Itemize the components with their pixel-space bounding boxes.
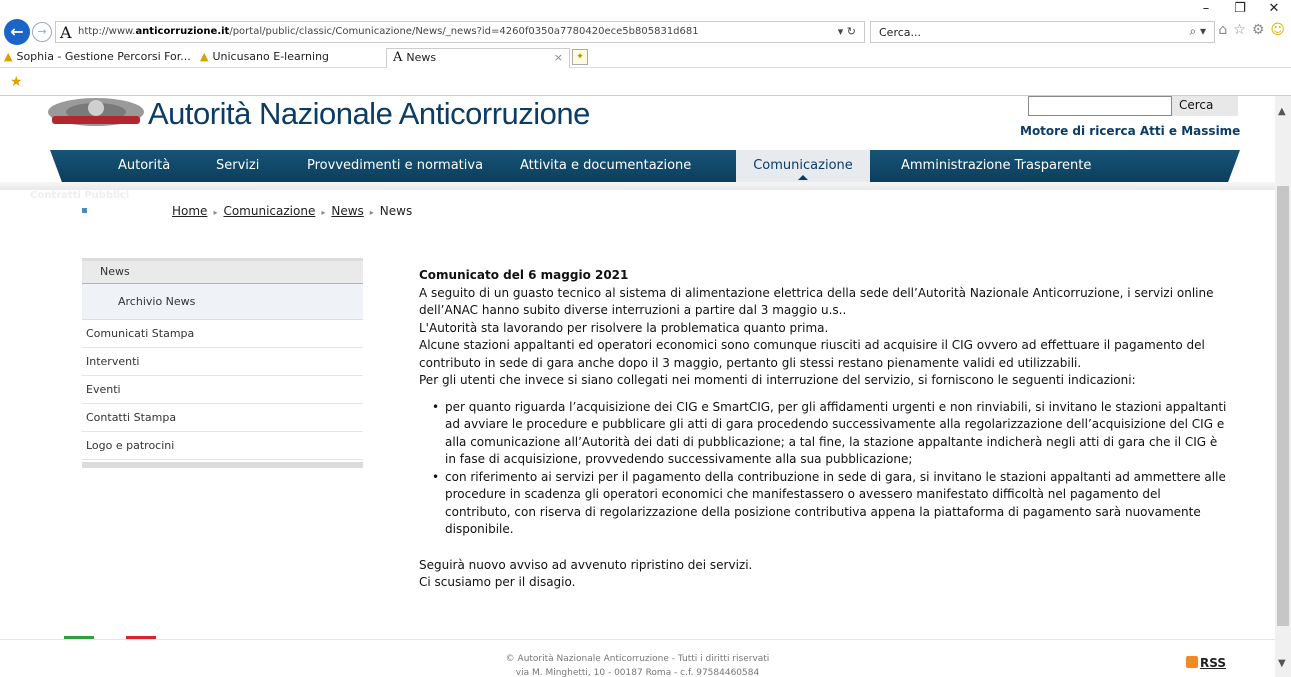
nav-attivita[interactable]: Attivita e documentazione <box>520 150 691 182</box>
scroll-down-icon[interactable]: ▼ <box>1278 658 1286 669</box>
footer-address: via M. Minghetti, 10 - 00187 Roma - c.f.… <box>515 668 760 677</box>
breadcrumb-home[interactable]: Home <box>172 204 207 218</box>
sidebar: News Archivio News Comunicati Stampa Int… <box>82 258 363 468</box>
list-item: per quanto riguarda l’acquisizione dei C… <box>432 399 1229 469</box>
browser-toolbar-icons: ⌂ ☆ ⚙ ☺ <box>1218 22 1285 38</box>
breadcrumb-sep-icon: ▸ <box>213 208 218 217</box>
back-arrow-icon: ← <box>10 22 24 41</box>
anac-emblem-icon <box>48 98 144 126</box>
list-item: con riferimento ai servizi per il pagame… <box>432 469 1229 539</box>
page-scrollbar[interactable]: ▲ ▼ <box>1275 96 1291 677</box>
feedback-smiley-icon[interactable]: ☺ <box>1270 22 1285 38</box>
scroll-up-icon[interactable]: ▲ <box>1278 106 1286 117</box>
main-nav: Autorità Servizi Provvedimenti e normati… <box>50 150 1240 182</box>
sidebar-item-comunicati-stampa[interactable]: Comunicati Stampa <box>82 320 363 348</box>
breadcrumb: Home ▸ Comunicazione ▸ News ▸ News <box>172 204 412 218</box>
rss-link[interactable]: RSS <box>1186 656 1226 670</box>
sidebar-item-interventi[interactable]: Interventi <box>82 348 363 376</box>
article-paragraph: A seguito di un guasto tecnico al sistem… <box>419 285 1214 318</box>
breadcrumb-sep-icon: ▸ <box>321 208 326 217</box>
nav-servizi[interactable]: Servizi <box>216 150 259 182</box>
article-paragraph: Ci scusiamo per il disagio. <box>419 575 576 589</box>
footer-divider <box>0 639 1275 640</box>
address-bar[interactable]: A http://www.anticorruzione.it/portal/pu… <box>55 21 865 43</box>
browser-search-placeholder: Cerca... <box>879 26 922 39</box>
scrollbar-thumb[interactable] <box>1277 186 1289 626</box>
article-paragraph: L'Autorità sta lavorando per risolvere l… <box>419 320 829 335</box>
tab-strip: ▲ Sophia - Gestione Percorsi For... ▲ Unic… <box>0 46 1291 68</box>
forward-arrow-icon: → <box>37 25 47 38</box>
footer-copyright: © Autorità Nazionale Anticorruzione - Tu… <box>505 654 770 664</box>
site-search-input[interactable] <box>1028 96 1172 116</box>
sidebar-item-eventi[interactable]: Eventi <box>82 376 363 404</box>
search-icon[interactable]: ⌕ ▾ <box>1189 24 1206 39</box>
article-bullet-list: per quanto riguarda l’acquisizione dei C… <box>419 399 1229 539</box>
new-tab-button[interactable]: ✦ <box>572 49 588 65</box>
breadcrumb-news[interactable]: News <box>331 204 363 218</box>
sidebar-item-logo-patrocini[interactable]: Logo e patrocini <box>82 432 363 460</box>
bullet-icon <box>82 208 87 213</box>
tab-favicon-icon: ▲ <box>4 50 13 63</box>
browser-nav-row: ← → A http://www.anticorruzione.it/porta… <box>0 18 1291 46</box>
sidebar-item-archivio-news[interactable]: Archivio News <box>82 284 363 320</box>
minimize-button[interactable]: – <box>1189 0 1223 18</box>
article-paragraph: Alcune stazioni appaltanti ed operatori … <box>419 338 1205 370</box>
nav-autorita[interactable]: Autorità <box>118 150 170 182</box>
tab-favicon-icon: A <box>393 50 403 65</box>
site-search: Cerca <box>1028 96 1238 118</box>
site-title[interactable]: Autorità Nazionale Anticorruzione <box>148 96 590 132</box>
browser-search-box[interactable]: Cerca... ⌕ ▾ <box>870 21 1215 43</box>
favorites-star-icon[interactable]: ☆ <box>1233 22 1246 38</box>
address-url[interactable]: http://www.anticorruzione.it/portal/publ… <box>78 26 699 37</box>
site-favicon-icon: A <box>60 23 72 42</box>
article-paragraph: Seguirà nuovo avviso ad avvenuto riprist… <box>419 557 753 572</box>
restore-button[interactable]: ❐ <box>1223 0 1257 18</box>
search-engine-link[interactable]: Motore di ricerca Atti e Massime <box>1020 124 1240 138</box>
tab-unicusano[interactable]: ▲ Unicusano E-learning <box>200 48 380 68</box>
subnav-bar <box>0 182 1275 190</box>
home-icon[interactable]: ⌂ <box>1218 22 1227 38</box>
add-favorite-icon[interactable]: ★ <box>10 74 23 90</box>
window-controls: – ❐ ✕ <box>1189 0 1291 18</box>
refresh-icon[interactable]: ▾ ↻ <box>838 25 856 38</box>
tab-news[interactable]: A News × <box>386 48 570 68</box>
breadcrumb-current: News <box>379 204 413 218</box>
tab-favicon-icon: ▲ <box>200 50 209 63</box>
breadcrumb-comunicazione[interactable]: Comunicazione <box>223 204 315 218</box>
close-tab-icon[interactable]: × <box>554 49 563 67</box>
back-button[interactable]: ← <box>4 19 30 45</box>
sidebar-footer-bar <box>82 462 363 468</box>
article-title: Comunicato del 6 maggio 2021 <box>419 268 629 282</box>
rss-icon <box>1186 656 1198 668</box>
nav-provvedimenti[interactable]: Provvedimenti e normativa <box>307 150 483 182</box>
site-search-button[interactable]: Cerca <box>1172 96 1238 116</box>
tab-sophia[interactable]: ▲ Sophia - Gestione Percorsi For... <box>4 48 191 68</box>
nav-comunicazione[interactable]: Comunicazione <box>736 150 870 182</box>
favorites-bar: ★ <box>0 70 1291 96</box>
forward-button[interactable]: → <box>32 22 52 42</box>
footer: © Autorità Nazionale Anticorruzione - Tu… <box>0 652 1275 677</box>
breadcrumb-sep-icon: ▸ <box>369 208 374 217</box>
sidebar-item-contatti-stampa[interactable]: Contatti Stampa <box>82 404 363 432</box>
page-viewport: Autorità Nazionale Anticorruzione Cerca … <box>0 96 1275 677</box>
gear-icon[interactable]: ⚙ <box>1252 22 1265 38</box>
close-window-button[interactable]: ✕ <box>1257 0 1291 18</box>
article-paragraph: Per gli utenti che invece si siano colle… <box>419 373 1136 387</box>
sidebar-item-news[interactable]: News <box>82 258 363 284</box>
article: Comunicato del 6 maggio 2021 A seguito d… <box>419 267 1229 592</box>
browser-chrome: – ❐ ✕ ← → A http://www.anticorruzione.it… <box>0 0 1291 96</box>
nav-amministrazione-trasparente[interactable]: Amministrazione Trasparente <box>901 150 1091 182</box>
contratti-pubblici-link[interactable]: Contratti Pubblici <box>30 190 129 201</box>
